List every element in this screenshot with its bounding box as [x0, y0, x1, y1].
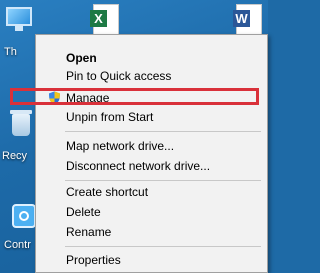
control-panel-icon[interactable] — [12, 204, 36, 228]
this-pc-icon[interactable] — [2, 4, 36, 34]
menu-item-label: Unpin from Start — [66, 110, 154, 124]
menu-item-label: Properties — [66, 253, 121, 267]
excel-file-icon[interactable]: X — [88, 5, 118, 35]
menu-item-pin-to-quick-access[interactable]: Pin to Quick access — [36, 65, 267, 87]
menu-separator — [65, 131, 261, 132]
bin-body — [12, 114, 30, 136]
menu-item-label: Create shortcut — [66, 185, 149, 199]
menu-item-map-network-drive[interactable]: Map network drive... — [36, 135, 267, 157]
this-pc-label: Th — [4, 46, 17, 58]
menu-item-label: Map network drive... — [66, 139, 175, 153]
context-menu: Open Pin to Quick access Manage Unpin fr… — [35, 34, 268, 273]
menu-item-label: Pin to Quick access — [66, 69, 172, 83]
word-badge-icon: W — [233, 10, 250, 27]
word-file-icon[interactable]: W — [231, 5, 261, 35]
recycle-bin-icon[interactable] — [8, 108, 32, 138]
menu-item-rename[interactable]: Rename — [36, 221, 267, 243]
monitor-stand — [15, 26, 23, 31]
menu-item-label: Delete — [66, 205, 101, 219]
menu-separator — [65, 246, 261, 247]
menu-item-properties[interactable]: Properties — [36, 249, 267, 271]
menu-item-delete[interactable]: Delete — [36, 201, 267, 223]
control-panel-label: Contr — [4, 239, 31, 251]
menu-item-disconnect-network-drive[interactable]: Disconnect network drive... — [36, 155, 267, 177]
recycle-bin-label: Recy — [2, 150, 28, 162]
menu-item-label: Disconnect network drive... — [66, 159, 211, 173]
menu-item-create-shortcut[interactable]: Create shortcut — [36, 181, 267, 203]
menu-item-label: Rename — [66, 225, 112, 239]
menu-item-unpin-from-start[interactable]: Unpin from Start — [36, 106, 267, 128]
manage-highlight-box — [10, 88, 259, 105]
excel-badge-icon: X — [90, 10, 107, 27]
monitor-screen — [6, 7, 32, 26]
